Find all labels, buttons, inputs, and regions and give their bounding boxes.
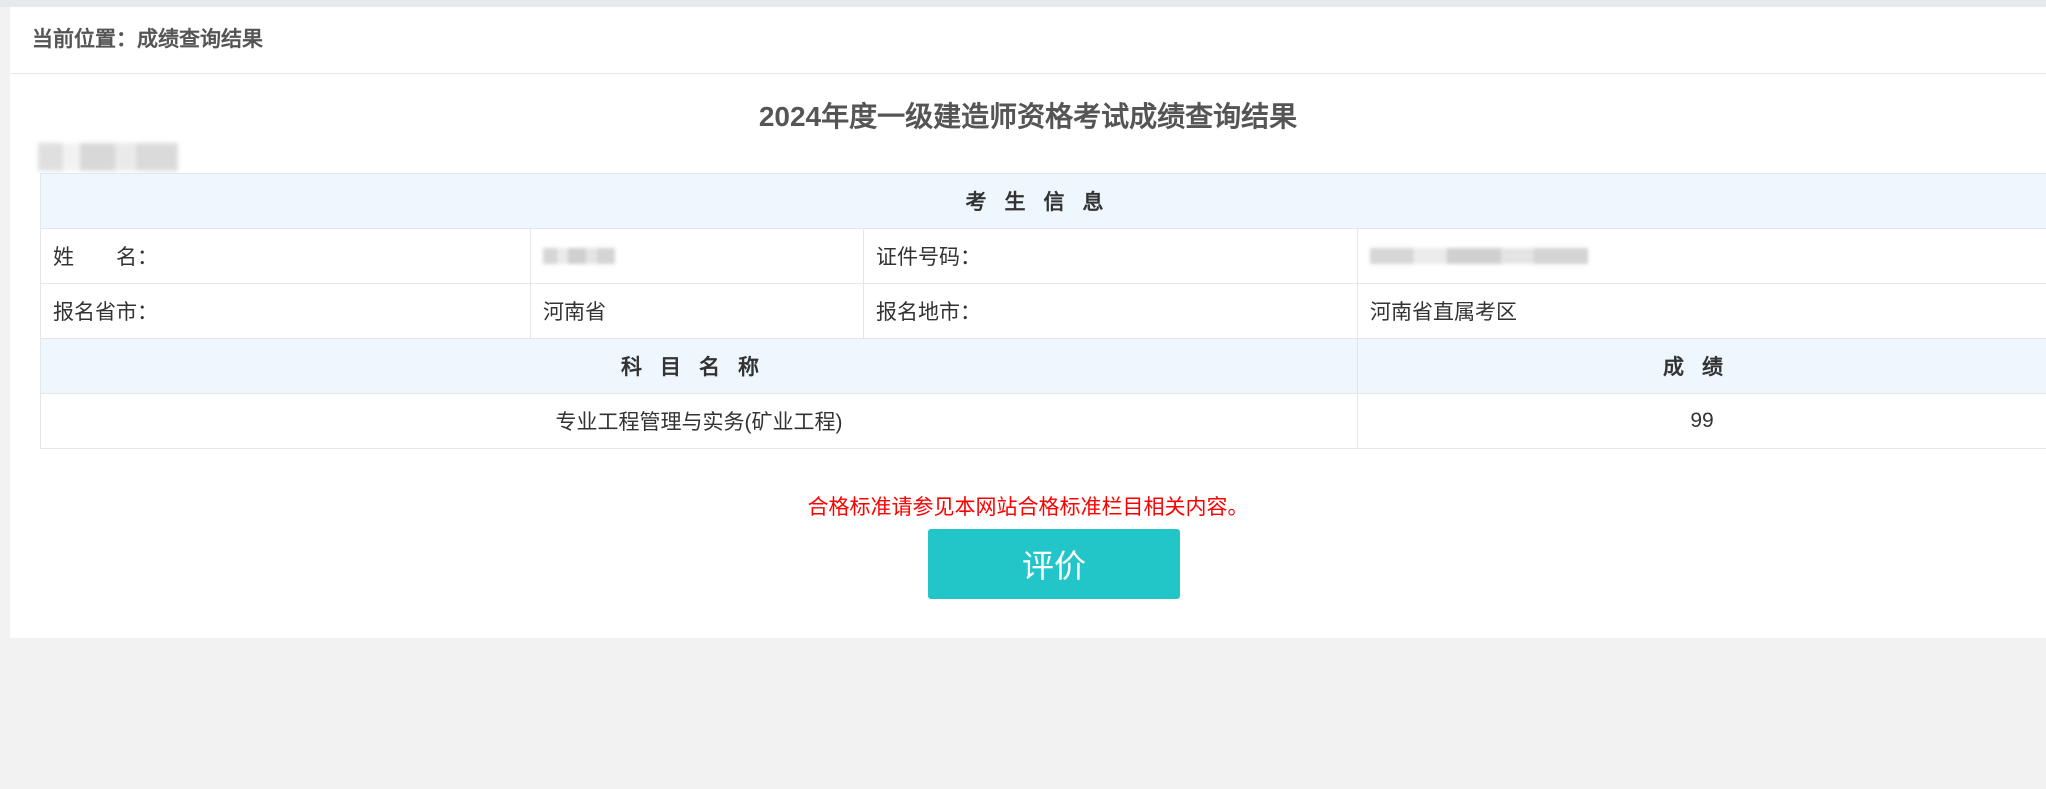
subject-header: 科目名称 <box>40 338 1358 394</box>
top-strip <box>0 0 2046 7</box>
id-label: 证件号码： <box>863 228 1358 284</box>
province-value: 河南省 <box>530 283 864 339</box>
subject-name: 专业工程管理与实务(矿业工程) <box>40 393 1358 449</box>
score-header: 成绩 <box>1357 338 2046 394</box>
redacted-id <box>1370 248 1588 265</box>
redacted-name <box>543 248 615 265</box>
name-value <box>530 228 864 284</box>
pass-standard-notice: 合格标准请参见本网站合格标准栏目相关内容。 <box>807 496 1249 519</box>
name-label: 姓 名： <box>40 228 531 284</box>
city-value: 河南省直属考区 <box>1357 283 2046 339</box>
table-row: 姓 名： 证件号码： <box>40 228 2046 284</box>
info-header: 考生信息 <box>40 173 2046 229</box>
scores-header-row: 科目名称 成绩 <box>40 338 2046 394</box>
city-label: 报名地市： <box>863 283 1358 339</box>
breadcrumb: 当前位置：成绩查询结果 <box>10 7 2046 74</box>
score-table: 考生信息 姓 名： 证件号码： 报名省市： 河南省 报名地市： 河南省直属考区 … <box>40 173 2046 449</box>
evaluate-button[interactable]: 评价 <box>928 529 1180 599</box>
id-value <box>1357 228 2046 284</box>
table-row: 专业工程管理与实务(矿业工程) 99 <box>40 393 2046 449</box>
result-panel: 当前位置：成绩查询结果 2024年度一级建造师资格考试成绩查询结果 考生信息 姓… <box>10 7 2046 638</box>
page-title: 2024年度一级建造师资格考试成绩查询结果 <box>758 101 1298 132</box>
table-row: 报名省市： 河南省 报名地市： 河南省直属考区 <box>40 283 2046 339</box>
province-label: 报名省市： <box>40 283 531 339</box>
subject-score: 99 <box>1357 393 2046 449</box>
info-header-row: 考生信息 <box>40 173 2046 229</box>
redacted-label <box>38 143 178 171</box>
